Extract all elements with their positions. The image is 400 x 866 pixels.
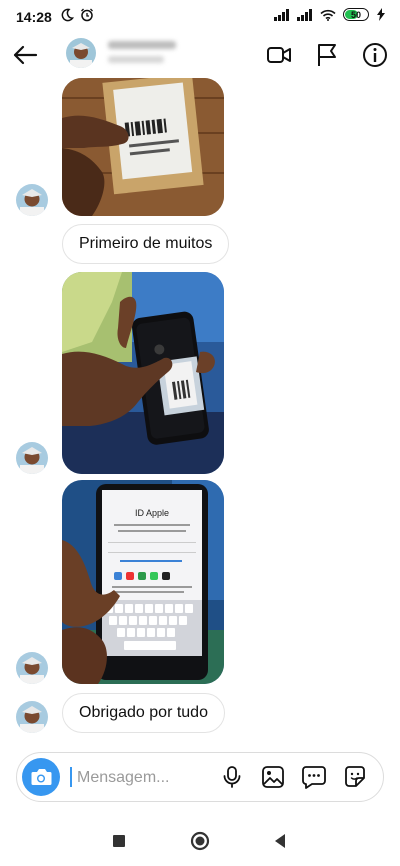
charging-icon xyxy=(377,8,385,21)
message-bubble[interactable]: Primeiro de muitos xyxy=(62,224,230,264)
sender-avatar[interactable] xyxy=(16,184,48,216)
home-icon[interactable] xyxy=(189,830,211,852)
package-photo xyxy=(62,78,224,216)
microphone-icon[interactable] xyxy=(219,764,245,790)
chat-header xyxy=(0,32,400,78)
sticker-icon[interactable] xyxy=(342,764,368,790)
message-photo[interactable]: ID Apple xyxy=(62,480,224,684)
message-text: Obrigado por tudo xyxy=(79,704,208,721)
status-time: 14:28 xyxy=(16,9,52,25)
video-call-icon[interactable] xyxy=(264,40,294,70)
message-composer xyxy=(16,752,384,802)
contact-status-redacted xyxy=(108,56,164,63)
apple-id-title: ID Apple xyxy=(135,508,169,518)
gallery-icon[interactable] xyxy=(260,764,286,790)
signal-icon xyxy=(297,8,312,21)
recents-icon[interactable] xyxy=(108,830,130,852)
info-icon[interactable] xyxy=(360,40,390,70)
system-nav-bar xyxy=(0,816,400,866)
message-text: Primeiro de muitos xyxy=(79,235,213,252)
message-input[interactable] xyxy=(75,763,219,793)
camera-icon xyxy=(31,769,52,785)
battery-icon: 50 xyxy=(343,8,369,21)
moon-icon xyxy=(61,8,74,22)
apple-id-phone-photo: ID Apple xyxy=(62,480,224,684)
contact-avatar[interactable] xyxy=(66,38,96,68)
camera-button[interactable] xyxy=(22,758,60,796)
flag-icon[interactable] xyxy=(312,40,342,70)
back-icon[interactable] xyxy=(270,830,292,852)
message-bubble[interactable]: Obrigado por tudo xyxy=(62,693,225,733)
sender-avatar[interactable] xyxy=(16,701,48,733)
sender-avatar[interactable] xyxy=(16,652,48,684)
back-arrow-icon[interactable] xyxy=(10,40,40,70)
text-cursor xyxy=(70,767,72,787)
message-photo[interactable] xyxy=(62,272,224,474)
contact-name-redacted[interactable] xyxy=(108,41,176,49)
phone-photo xyxy=(62,272,224,474)
chat-dots-icon[interactable] xyxy=(301,764,327,790)
alarm-icon xyxy=(81,8,93,22)
wifi-icon xyxy=(320,9,336,21)
battery-level: 50 xyxy=(350,9,361,20)
sender-avatar[interactable] xyxy=(16,442,48,474)
message-photo[interactable] xyxy=(62,78,224,216)
status-bar: 14:28 50 xyxy=(0,0,400,32)
signal-icon xyxy=(274,8,289,21)
